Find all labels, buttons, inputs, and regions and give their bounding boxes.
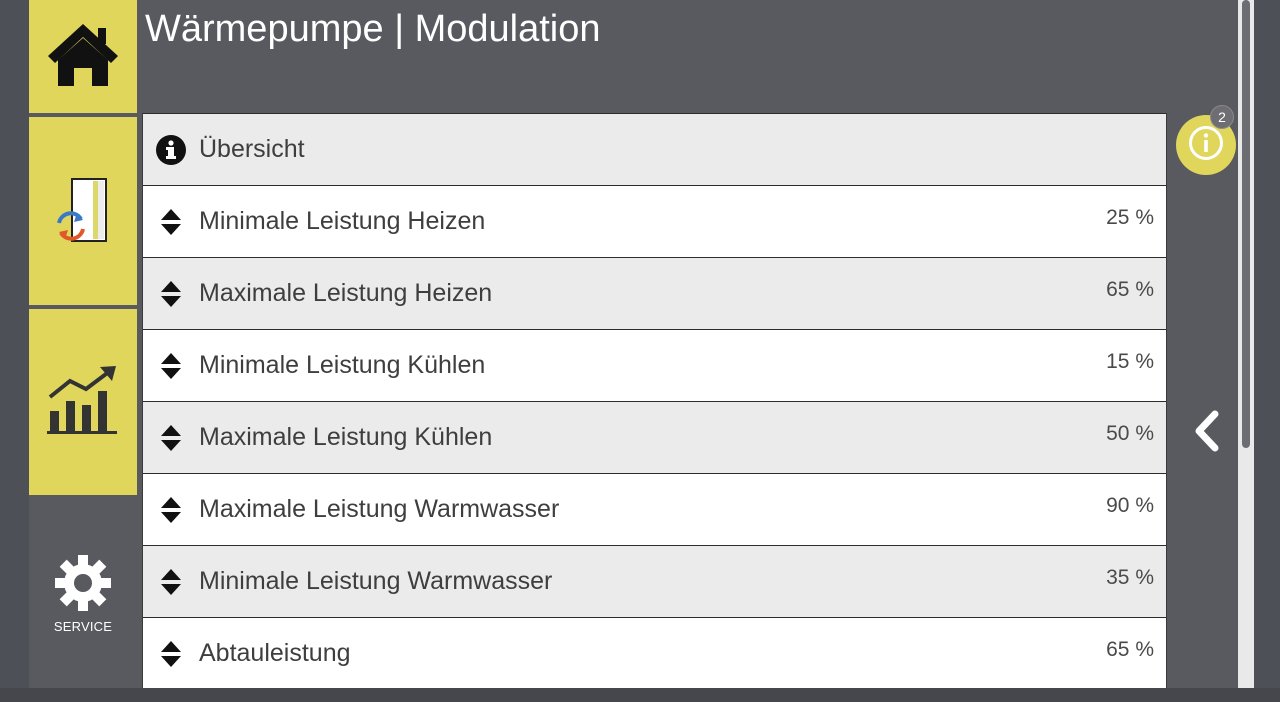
row-value: 15 % [1106, 350, 1154, 373]
sort-arrows-icon [143, 496, 199, 524]
list-item-overview[interactable]: Übersicht [143, 113, 1166, 185]
row-value: 25 % [1106, 206, 1154, 229]
list-item[interactable]: Minimale Leistung Warmwasser 35 % [143, 545, 1166, 617]
settings-list: Übersicht Minimale Leistung Heizen 25 % … [142, 113, 1167, 688]
service-label: SERVICE [53, 618, 113, 634]
scrollbar-thumb[interactable] [1242, 0, 1250, 448]
list-item[interactable]: Maximale Leistung Warmwasser 90 % [143, 473, 1166, 545]
notification-count-badge: 2 [1210, 105, 1234, 129]
info-icon [1188, 125, 1224, 166]
heat-pump-unit-icon [53, 169, 113, 254]
sort-arrows-icon [143, 424, 199, 452]
list-item[interactable]: Minimale Leistung Kühlen 15 % [143, 329, 1166, 401]
row-label: Maximale Leistung Kühlen [199, 423, 493, 451]
row-label: Minimale Leistung Heizen [199, 207, 486, 235]
page-title: Wärmepumpe | Modulation [145, 8, 601, 50]
row-value: 65 % [1106, 278, 1154, 301]
row-label: Maximale Leistung Warmwasser [199, 495, 560, 523]
sidebar-item-home[interactable] [29, 0, 137, 113]
sort-arrows-icon [143, 208, 199, 236]
gear-icon [54, 554, 112, 617]
sort-arrows-icon [143, 568, 199, 596]
row-value: 50 % [1106, 422, 1154, 445]
row-label: Minimale Leistung Warmwasser [199, 567, 553, 595]
back-button[interactable] [1184, 408, 1228, 458]
chevron-left-icon [1191, 410, 1221, 457]
bar-chart-trend-icon [46, 363, 120, 442]
sort-arrows-icon [143, 640, 199, 668]
list-item[interactable]: Maximale Leistung Kühlen 50 % [143, 401, 1166, 473]
row-label: Minimale Leistung Kühlen [199, 351, 486, 379]
row-value: 90 % [1106, 494, 1154, 517]
sort-arrows-icon [143, 352, 199, 380]
list-item[interactable]: Minimale Leistung Heizen 25 % [143, 185, 1166, 257]
sidebar-item-service[interactable]: SERVICE [29, 499, 137, 688]
bottom-bar [0, 688, 1280, 702]
row-value: 35 % [1106, 566, 1154, 589]
home-icon [46, 20, 120, 93]
row-label: Maximale Leistung Heizen [199, 279, 493, 307]
row-label: Abtauleistung [199, 639, 351, 667]
sidebar-item-statistics[interactable] [29, 309, 137, 495]
row-value: 65 % [1106, 638, 1154, 661]
list-item[interactable]: Abtauleistung 65 % [143, 617, 1166, 688]
list-item[interactable]: Maximale Leistung Heizen 65 % [143, 257, 1166, 329]
sidebar: SERVICE [29, 0, 137, 688]
sidebar-item-system[interactable] [29, 117, 137, 305]
info-circle-icon [143, 134, 199, 165]
overview-label: Übersicht [199, 135, 305, 163]
sort-arrows-icon [143, 280, 199, 308]
